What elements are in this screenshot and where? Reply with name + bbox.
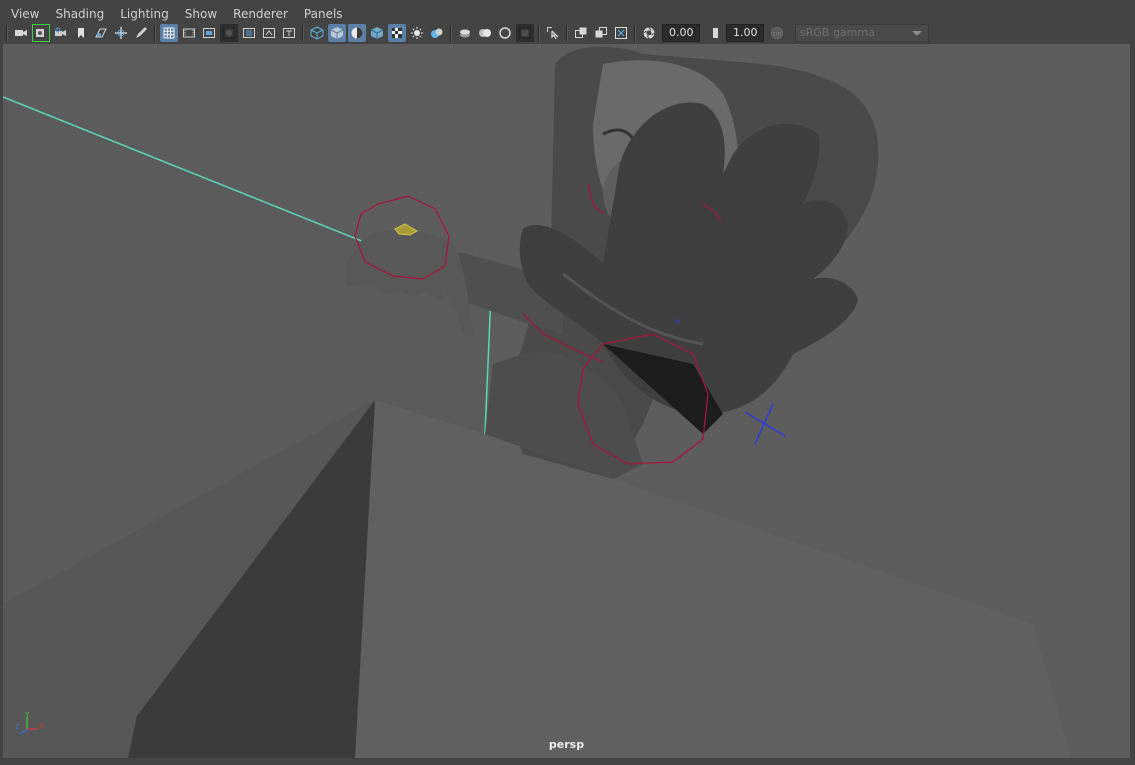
gamma-button[interactable] (704, 24, 722, 42)
camera-name-label: persp (548, 738, 585, 751)
safe-title-icon (283, 28, 295, 38)
wireframe-on-shaded-button[interactable] (348, 24, 366, 42)
image-plane-button[interactable] (92, 24, 110, 42)
menu-show[interactable]: Show (177, 4, 225, 24)
lock-camera-button[interactable] (52, 24, 70, 42)
exposure-button[interactable] (640, 24, 658, 42)
depth-of-field-icon (499, 27, 511, 39)
svg-text:Z: Z (15, 723, 20, 731)
wireframe-icon (310, 26, 324, 40)
camera-select-button[interactable] (12, 24, 30, 42)
default-lighting-icon (392, 28, 402, 38)
color-management-icon: sm (771, 27, 783, 39)
shadows-icon (411, 27, 423, 39)
menu-renderer[interactable]: Renderer (225, 4, 296, 24)
xray-active-components-icon (595, 27, 607, 38)
panel-menu-bar: View Shading Lighting Show Renderer Pane… (3, 4, 1132, 24)
camera-select-icon (15, 30, 27, 36)
film-gate-icon (183, 28, 195, 38)
film-gate-button[interactable] (180, 24, 198, 42)
bookmark-icon (78, 28, 84, 38)
color-space-value: sRGB gamma (800, 26, 875, 39)
color-management-button[interactable]: sm (768, 24, 786, 42)
svg-text:sm: sm (773, 31, 782, 38)
isolate-select-button[interactable] (516, 24, 534, 42)
xray-joints-icon (575, 27, 587, 38)
exposure-field[interactable]: 0.00 (662, 24, 700, 42)
exposure-icon (643, 27, 655, 39)
anti-aliasing-button[interactable] (476, 24, 494, 42)
pivot-marker: + (673, 317, 681, 327)
textured-icon (370, 27, 384, 39)
grease-pencil-icon (136, 27, 147, 38)
default-lighting-button[interactable] (388, 24, 406, 42)
resolution-gate-button[interactable] (200, 24, 218, 42)
depth-of-field-button[interactable] (496, 24, 514, 42)
ambient-occlusion-icon (431, 28, 443, 38)
shadows-button[interactable] (408, 24, 426, 42)
grease-pencil-button[interactable] (132, 24, 150, 42)
safe-action-icon (263, 28, 275, 38)
toolbar-separator (566, 25, 568, 41)
2d-pan-zoom-icon (115, 27, 127, 39)
view-axis-gizmo: Y Z X (15, 711, 44, 735)
camera-attributes-icon (36, 29, 44, 37)
svg-text:Y: Y (24, 711, 30, 719)
gamma-icon (708, 28, 718, 38)
motion-blur-button[interactable] (456, 24, 474, 42)
toolbar-separator (6, 25, 8, 41)
viewport-panel: View Shading Lighting Show Renderer Pane… (0, 0, 1135, 765)
grid-icon (163, 27, 175, 39)
ambient-occlusion-button[interactable] (428, 24, 446, 42)
resolution-gate-icon (203, 28, 215, 38)
scene-render: + (3, 46, 1071, 758)
smooth-shade-icon (330, 27, 344, 39)
xray-button[interactable] (544, 24, 562, 42)
toolbar-separator (450, 25, 452, 41)
wireframe-on-shaded-icon (351, 27, 363, 39)
menu-shading[interactable]: Shading (47, 4, 112, 24)
bookmark-button[interactable] (72, 24, 90, 42)
backface-culling-icon (615, 27, 627, 39)
image-plane-icon (95, 28, 107, 38)
toolbar-separator (538, 25, 540, 41)
svg-text:X: X (39, 722, 44, 730)
xray-joints-button[interactable] (572, 24, 590, 42)
panel-toolbar: 0.00 1.00 sm sRGB gamma (3, 22, 1132, 44)
menu-lighting[interactable]: Lighting (112, 4, 177, 24)
textured-button[interactable] (368, 24, 386, 42)
gamma-field[interactable]: 1.00 (726, 24, 764, 42)
toolbar-separator (302, 25, 304, 41)
menu-panels[interactable]: Panels (296, 4, 351, 24)
toolbar-separator (154, 25, 156, 41)
camera-lock-icon (55, 27, 66, 36)
toolbar-separator (634, 25, 636, 41)
3d-viewport[interactable]: + Y Z X persp (3, 44, 1130, 758)
smooth-shade-button[interactable] (328, 24, 346, 42)
chevron-down-icon (912, 31, 922, 36)
camera-attributes-button[interactable] (32, 24, 50, 42)
field-chart-icon (243, 28, 255, 38)
backface-culling-button[interactable] (612, 24, 630, 42)
locator (744, 403, 786, 445)
isolate-select-icon (519, 27, 531, 39)
gate-mask-button[interactable] (220, 24, 238, 42)
field-chart-button[interactable] (240, 24, 258, 42)
2d-pan-zoom-button[interactable] (112, 24, 130, 42)
color-space-dropdown[interactable]: sRGB gamma (795, 24, 929, 42)
xray-icon (547, 27, 559, 40)
safe-title-button[interactable] (280, 24, 298, 42)
motion-blur-icon (460, 29, 470, 38)
gate-mask-icon (223, 27, 235, 39)
menu-view[interactable]: View (3, 4, 47, 24)
anti-aliasing-icon (479, 29, 491, 37)
wireframe-button[interactable] (308, 24, 326, 42)
xray-active-components-button[interactable] (592, 24, 610, 42)
selected-joint-handle (394, 223, 418, 236)
grid-toggle-button[interactable] (160, 24, 178, 42)
safe-action-button[interactable] (260, 24, 278, 42)
